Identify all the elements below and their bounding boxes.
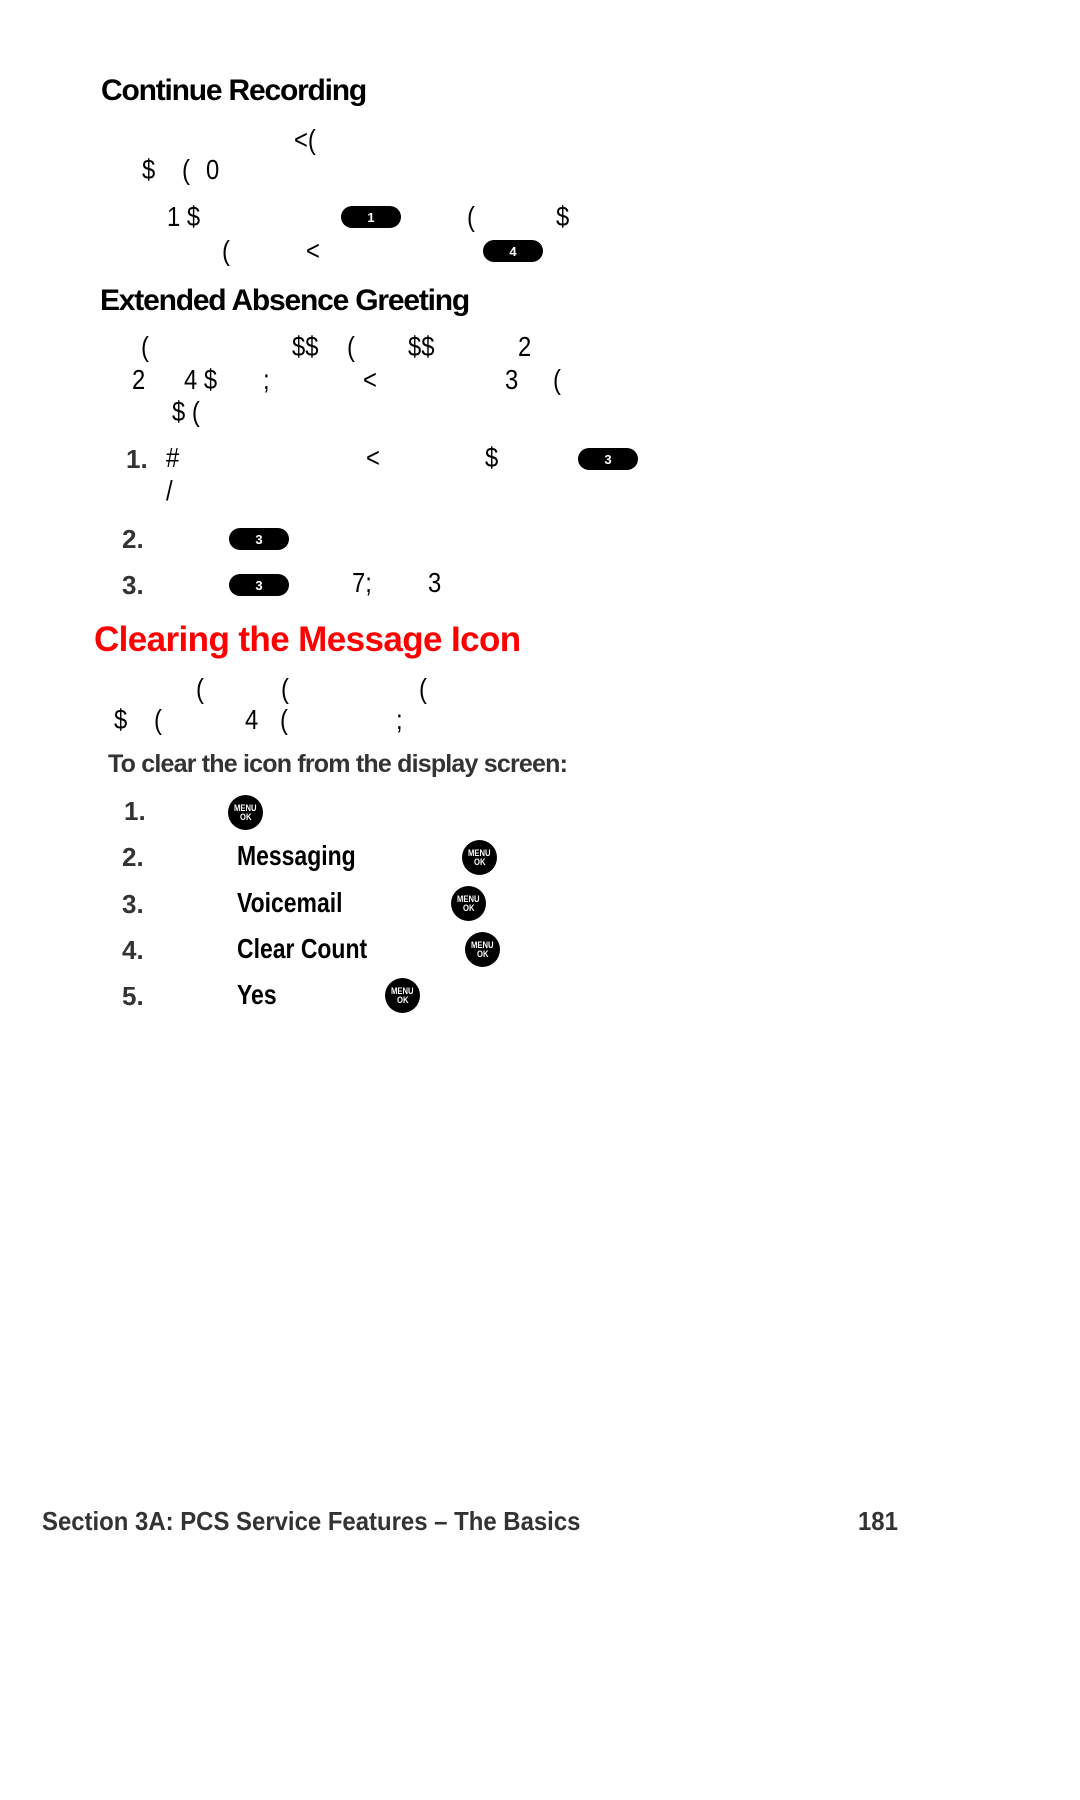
body-glyph: 0: [206, 154, 220, 185]
step-number: 2.: [122, 842, 144, 872]
body-glyph: $$: [292, 331, 319, 362]
menu-ok-key-icon: MENU OK: [228, 795, 263, 830]
step-number: 3.: [122, 570, 144, 600]
body-glyph: $: [142, 154, 156, 185]
step-number: 4.: [122, 935, 144, 965]
body-glyph: (: [222, 235, 230, 266]
body-glyph: 3: [505, 364, 519, 395]
body-glyph: 2: [132, 364, 146, 395]
body-glyph: 7;: [352, 567, 372, 598]
body-glyph: $: [114, 704, 128, 735]
body-glyph: #: [166, 442, 180, 473]
footer-page-number: 181: [858, 1506, 898, 1536]
body-glyph: ;: [396, 704, 403, 735]
key-3-button-icon: 3: [578, 448, 638, 470]
body-glyph: $: [556, 201, 570, 232]
menu-ok-key-icon: MENU OK: [465, 932, 500, 967]
body-glyph: ;: [263, 364, 270, 395]
heading-continue-recording: Continue Recording: [101, 74, 367, 107]
body-glyph: (: [141, 331, 149, 362]
menu-ok-key-icon: MENU OK: [385, 978, 420, 1013]
body-glyph: (: [467, 201, 475, 232]
subheading-clear-icon-instructions: To clear the icon from the display scree…: [108, 750, 568, 778]
body-glyph: $: [485, 442, 499, 473]
body-glyph: $ (: [172, 396, 200, 427]
body-glyph: (: [347, 331, 355, 362]
menu-item-voicemail: Voicemail: [237, 887, 343, 918]
body-glyph: (: [280, 704, 288, 735]
body-glyph: 4: [245, 704, 259, 735]
step-number: 1.: [126, 444, 148, 474]
menu-item-clear-count: Clear Count: [237, 933, 368, 964]
menu-ok-key-icon: MENU OK: [462, 840, 497, 875]
key-1-button-icon: 1: [341, 206, 401, 228]
body-glyph: (: [419, 673, 427, 704]
step-number: 5.: [122, 981, 144, 1011]
step-number: 1.: [124, 796, 146, 826]
body-glyph: /: [166, 475, 173, 506]
key-4-button-icon: 4: [483, 240, 543, 262]
body-glyph: (: [154, 704, 162, 735]
body-glyph: <: [363, 364, 377, 395]
body-glyph: (: [281, 673, 289, 704]
body-glyph: 2: [518, 331, 532, 362]
body-glyph: 4 $: [184, 364, 218, 395]
body-glyph: (: [553, 364, 561, 395]
body-glyph: <(: [294, 124, 316, 155]
heading-extended-absence-greeting: Extended Absence Greeting: [100, 284, 470, 317]
footer-section-title: Section 3A: PCS Service Features – The B…: [42, 1506, 581, 1536]
body-glyph: <: [306, 235, 320, 266]
key-3-button-icon: 3: [229, 528, 289, 550]
key-3-button-icon: 3: [229, 574, 289, 596]
step-number: 3.: [122, 889, 144, 919]
body-glyph: $$: [408, 331, 435, 362]
heading-clearing-message-icon: Clearing the Message Icon: [94, 620, 521, 659]
body-glyph: (: [196, 673, 204, 704]
menu-ok-key-icon: MENU OK: [451, 886, 486, 921]
step-number: 2.: [122, 524, 144, 554]
body-glyph: 3: [428, 567, 442, 598]
menu-item-yes: Yes: [237, 979, 277, 1010]
body-glyph: <: [366, 442, 380, 473]
menu-item-messaging: Messaging: [237, 840, 356, 871]
body-glyph: 1 $: [167, 201, 201, 232]
body-glyph: (: [182, 154, 190, 185]
